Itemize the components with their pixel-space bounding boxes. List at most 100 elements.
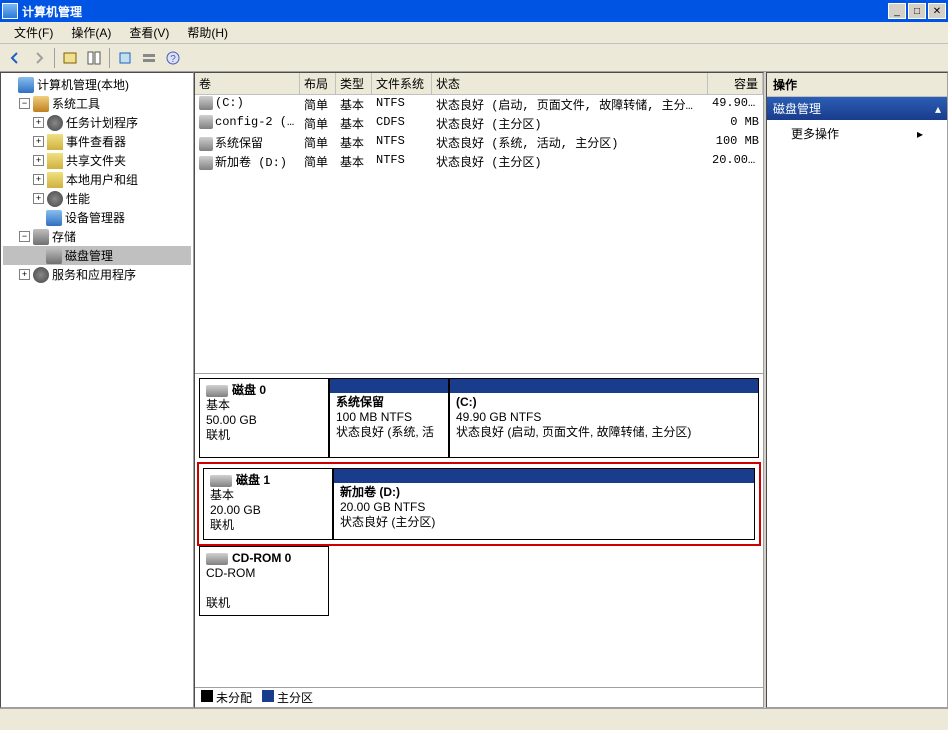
menu-bar: 文件(F) 操作(A) 查看(V) 帮助(H): [0, 22, 948, 44]
app-icon: [2, 3, 18, 19]
refresh-button[interactable]: [114, 47, 136, 69]
disk-icon: [206, 385, 228, 397]
col-volume[interactable]: 卷: [195, 73, 300, 94]
status-bar: [0, 708, 948, 730]
disk-basic: 基本: [210, 488, 326, 503]
tree-system-tools[interactable]: −系统工具: [3, 94, 191, 113]
collapse-icon[interactable]: −: [19, 98, 30, 109]
expand-icon[interactable]: +: [33, 155, 44, 166]
legend-primary: 主分区: [277, 691, 313, 705]
vol-capacity: 49.90 GB: [708, 95, 763, 114]
expand-icon[interactable]: +: [33, 136, 44, 147]
volume-row[interactable]: 系统保留 简单 基本 NTFS 状态良好 (系统, 活动, 主分区) 100 M…: [195, 133, 763, 152]
forward-button[interactable]: [28, 47, 50, 69]
legend: 未分配 主分区: [195, 687, 763, 707]
volume-icon: [199, 137, 213, 151]
vol-name: 系统保留: [215, 137, 263, 151]
vol-capacity: 100 MB: [708, 133, 763, 152]
disk-title: 磁盘 1: [236, 473, 270, 487]
disk-state: 联机: [206, 428, 322, 443]
partition-system-reserved[interactable]: 系统保留 100 MB NTFS 状态良好 (系统, 活: [329, 378, 449, 458]
toolbar-separator: [109, 48, 110, 68]
disk-state: 联机: [206, 596, 322, 611]
tree-performance[interactable]: +性能: [3, 189, 191, 208]
col-filesystem[interactable]: 文件系统: [372, 73, 432, 94]
volume-icon: [199, 115, 213, 129]
tree-task-scheduler[interactable]: +任务计划程序: [3, 113, 191, 132]
expand-icon[interactable]: +: [33, 117, 44, 128]
col-type[interactable]: 类型: [336, 73, 372, 94]
part-status: 状态良好 (主分区): [340, 515, 748, 530]
legend-swatch-primary: [262, 690, 274, 702]
users-icon: [47, 172, 63, 188]
disk-graphical-view[interactable]: 磁盘 0 基本 50.00 GB 联机 系统保留 100 MB NTFS 状态良…: [195, 373, 763, 687]
partition-c[interactable]: (C:) 49.90 GB NTFS 状态良好 (启动, 页面文件, 故障转储,…: [449, 378, 759, 458]
menu-action[interactable]: 操作(A): [63, 23, 119, 42]
expand-icon[interactable]: +: [33, 193, 44, 204]
menu-help[interactable]: 帮助(H): [179, 23, 236, 42]
expand-icon[interactable]: +: [19, 269, 30, 280]
disk-row-cdrom[interactable]: CD-ROM 0 CD-ROM 联机: [199, 546, 759, 616]
maximize-button[interactable]: □: [908, 3, 926, 19]
vol-capacity: 0 MB: [708, 114, 763, 133]
part-status: 状态良好 (启动, 页面文件, 故障转储, 主分区): [456, 425, 752, 440]
disk-row-0[interactable]: 磁盘 0 基本 50.00 GB 联机 系统保留 100 MB NTFS 状态良…: [199, 378, 759, 458]
folder-icon: [47, 153, 63, 169]
device-icon: [46, 210, 62, 226]
help-button[interactable]: ?: [162, 47, 184, 69]
disk-icon: [46, 248, 62, 264]
expand-icon[interactable]: +: [33, 174, 44, 185]
legend-unallocated: 未分配: [216, 691, 252, 705]
vol-type: 基本: [336, 95, 372, 114]
close-button[interactable]: ✕: [928, 3, 946, 19]
menu-view[interactable]: 查看(V): [121, 23, 177, 42]
up-button[interactable]: [59, 47, 81, 69]
part-status: 状态良好 (系统, 活: [336, 425, 442, 440]
legend-swatch-unallocated: [201, 690, 213, 702]
vol-fs: CDFS: [372, 114, 432, 133]
volume-list[interactable]: 卷 布局 类型 文件系统 状态 容量 (C:) 简单 基本 NTFS 状态良好 …: [195, 73, 763, 373]
tree-local-users[interactable]: +本地用户和组: [3, 170, 191, 189]
tree-label: 计算机管理(本地): [37, 76, 129, 93]
minimize-button[interactable]: _: [888, 3, 906, 19]
disk-basic: 基本: [206, 398, 322, 413]
toolbar-btn-4[interactable]: [138, 47, 160, 69]
actions-more-label: 更多操作: [791, 125, 839, 142]
part-title: (C:): [456, 395, 752, 410]
part-size: 100 MB NTFS: [336, 410, 442, 425]
tree-shared-folders[interactable]: +共享文件夹: [3, 151, 191, 170]
actions-section[interactable]: 磁盘管理 ▴: [767, 97, 947, 120]
tree-device-manager[interactable]: 设备管理器: [3, 208, 191, 227]
computer-icon: [18, 77, 34, 93]
volume-row[interactable]: (C:) 简单 基本 NTFS 状态良好 (启动, 页面文件, 故障转储, 主分…: [195, 95, 763, 114]
col-status[interactable]: 状态: [432, 73, 708, 94]
toolbar-separator: [54, 48, 55, 68]
toolbar: ?: [0, 44, 948, 72]
actions-header: 操作: [767, 73, 947, 97]
tree-root[interactable]: 计算机管理(本地): [3, 75, 191, 94]
vol-type: 基本: [336, 133, 372, 152]
partition-d[interactable]: 新加卷 (D:) 20.00 GB NTFS 状态良好 (主分区): [333, 468, 755, 540]
tree-services[interactable]: +服务和应用程序: [3, 265, 191, 284]
vol-name: 新加卷 (D:): [215, 156, 287, 170]
volume-row[interactable]: config-2 (Z:) 简单 基本 CDFS 状态良好 (主分区) 0 MB: [195, 114, 763, 133]
tree-event-viewer[interactable]: +事件查看器: [3, 132, 191, 151]
vol-fs: NTFS: [372, 133, 432, 152]
volume-icon: [199, 156, 213, 170]
tree-disk-management[interactable]: 磁盘管理: [3, 246, 191, 265]
tree-storage[interactable]: −存储: [3, 227, 191, 246]
disk-row-1[interactable]: 磁盘 1 基本 20.00 GB 联机 新加卷 (D:) 20.00 GB NT…: [199, 464, 759, 544]
col-capacity[interactable]: 容量: [708, 73, 763, 94]
actions-pane: 操作 磁盘管理 ▴ 更多操作 ▸: [766, 72, 948, 708]
part-title: 新加卷 (D:): [340, 485, 748, 500]
actions-more[interactable]: 更多操作 ▸: [767, 120, 947, 147]
menu-file[interactable]: 文件(F): [6, 23, 61, 42]
storage-icon: [33, 229, 49, 245]
back-button[interactable]: [4, 47, 26, 69]
nav-tree[interactable]: 计算机管理(本地) −系统工具 +任务计划程序 +事件查看器 +共享文件夹 +本…: [0, 72, 194, 708]
col-layout[interactable]: 布局: [300, 73, 336, 94]
window-title: 计算机管理: [22, 3, 888, 20]
volume-row[interactable]: 新加卷 (D:) 简单 基本 NTFS 状态良好 (主分区) 20.00 GB: [195, 152, 763, 171]
collapse-icon[interactable]: −: [19, 231, 30, 242]
toolbar-btn-2[interactable]: [83, 47, 105, 69]
